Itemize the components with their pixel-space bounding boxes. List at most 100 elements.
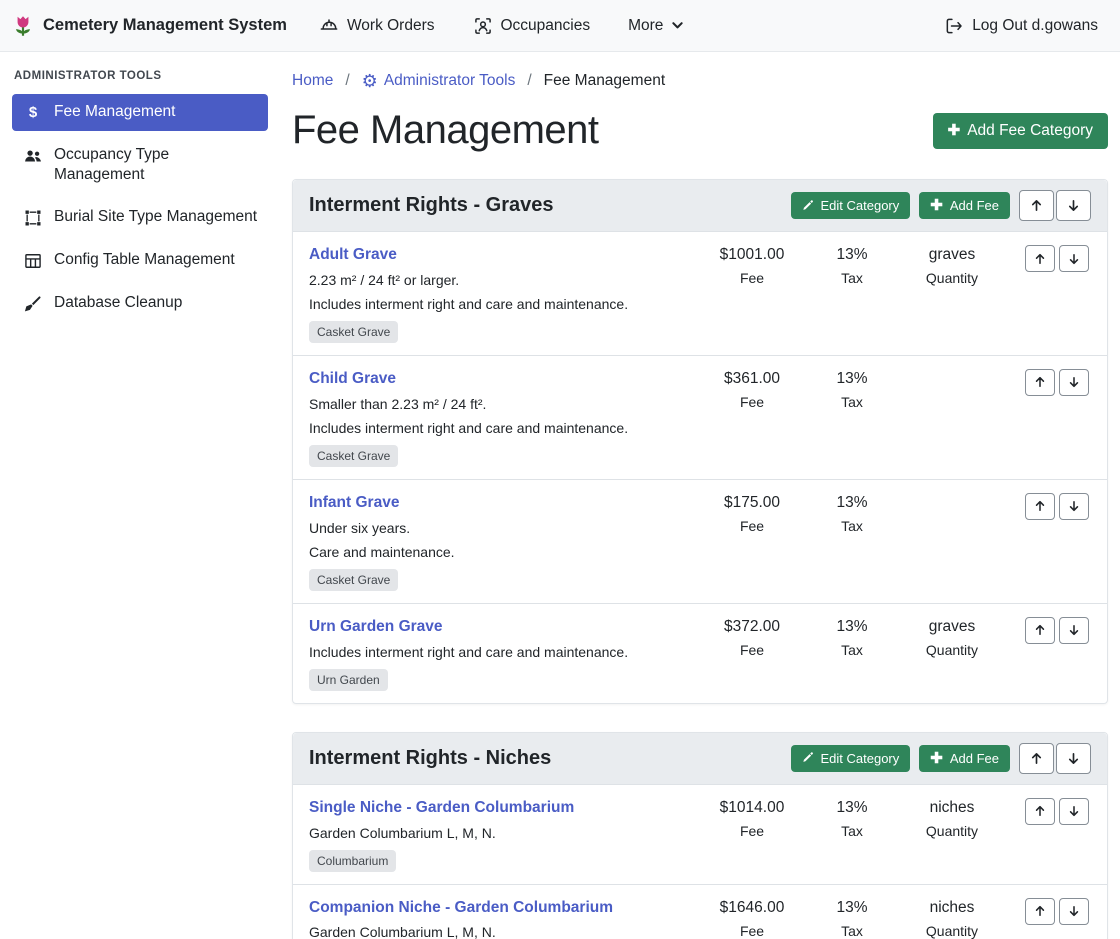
fee-type-badge: Casket Grave [309, 321, 398, 343]
tax-amount: 13% [807, 491, 897, 515]
sidebar-item-fee-management[interactable]: $ Fee Management [12, 94, 268, 131]
fee-amount: $1646.00 [697, 896, 807, 920]
fee-type-badge: Casket Grave [309, 445, 398, 467]
edit-category-label: Edit Category [821, 198, 900, 213]
tax-label: Tax [807, 639, 897, 661]
fee-column: $1001.00 Fee [697, 243, 807, 289]
sidebar-item-label: Burial Site Type Management [54, 207, 257, 227]
tax-column: 13% Tax [807, 796, 897, 842]
nav-work-orders-label: Work Orders [347, 17, 435, 35]
fee-name-link[interactable]: Child Grave [309, 367, 396, 392]
tax-amount: 13% [807, 896, 897, 920]
nav-more[interactable]: More [628, 17, 684, 35]
fee-name-link[interactable]: Infant Grave [309, 491, 399, 516]
sidebar-item-database-cleanup[interactable]: Database Cleanup [12, 285, 268, 322]
breadcrumb-separator: / [527, 72, 531, 90]
sidebar-item-label: Config Table Management [54, 250, 235, 270]
page-title: Fee Management [292, 108, 599, 153]
tax-column: 13% Tax [807, 491, 897, 537]
add-fee-label: Add Fee [950, 751, 999, 766]
quantity-column: graves Quantity [897, 243, 1007, 289]
app-viewport: Cemetery Management System Work Orders [0, 0, 1120, 939]
move-fee-down-button[interactable] [1059, 798, 1089, 825]
gear-icon: ⚙ [362, 72, 378, 90]
fee-type-badge: Casket Grave [309, 569, 398, 591]
fee-row-infant-grave: Infant Grave Under six years. Care and m… [293, 480, 1107, 604]
fee-amount: $1001.00 [697, 243, 807, 267]
tax-amount: 13% [807, 615, 897, 639]
category-header: Interment Rights - Niches Edit Category … [293, 733, 1107, 785]
primary-nav: Work Orders Occupancies More [319, 16, 685, 36]
main-content: Home / ⚙ Administrator Tools / Fee Manag… [280, 52, 1120, 939]
fee-row-urn-garden-grave: Urn Garden Grave Includes interment righ… [293, 604, 1107, 703]
tax-column: 13% Tax [807, 367, 897, 413]
sidebar-item-label: Fee Management [54, 102, 176, 122]
fee-description: Includes interment right and care and ma… [309, 416, 697, 440]
move-category-up-button[interactable] [1019, 743, 1054, 774]
move-fee-up-button[interactable] [1025, 898, 1055, 925]
move-category-down-button[interactable] [1056, 743, 1091, 774]
move-fee-up-button[interactable] [1025, 798, 1055, 825]
fee-name-link[interactable]: Urn Garden Grave [309, 615, 443, 640]
admin-sidebar: ADMINISTRATOR TOOLS $ Fee Management Occ… [0, 52, 280, 939]
category-title: Interment Rights - Niches [309, 747, 551, 770]
fee-category-card-graves: Interment Rights - Graves Edit Category … [292, 179, 1108, 704]
quantity-label: Quantity [897, 639, 1007, 661]
logout-label: Log Out d.gowans [972, 17, 1098, 35]
add-fee-button[interactable]: ✚ Add Fee [919, 192, 1010, 219]
move-fee-down-button[interactable] [1059, 369, 1089, 396]
pencil-icon [802, 200, 814, 212]
logout-button[interactable]: Log Out d.gowans [944, 16, 1098, 36]
move-category-down-button[interactable] [1056, 190, 1091, 221]
tax-label: Tax [807, 920, 897, 939]
sidebar-item-label: Database Cleanup [54, 293, 182, 313]
plus-icon: ✚ [930, 751, 943, 766]
person-scan-icon [473, 16, 493, 36]
edit-category-label: Edit Category [821, 751, 900, 766]
fee-label: Fee [697, 515, 807, 537]
sidebar-heading: ADMINISTRATOR TOOLS [12, 70, 268, 94]
move-fee-down-button[interactable] [1059, 617, 1089, 644]
breadcrumb-current: Fee Management [544, 72, 666, 90]
add-fee-category-button[interactable]: ✚ Add Fee Category [933, 113, 1108, 149]
fee-name-link[interactable]: Single Niche - Garden Columbarium [309, 796, 574, 821]
plus-icon: ✚ [948, 123, 961, 138]
nav-work-orders[interactable]: Work Orders [319, 16, 435, 36]
app-brand[interactable]: Cemetery Management System [10, 13, 287, 39]
move-fee-up-button[interactable] [1025, 245, 1055, 272]
edit-category-button[interactable]: Edit Category [791, 192, 911, 219]
breadcrumb-home-link[interactable]: Home [292, 72, 333, 90]
move-fee-up-button[interactable] [1025, 369, 1055, 396]
fee-name-link[interactable]: Companion Niche - Garden Columbarium [309, 896, 613, 921]
move-fee-up-button[interactable] [1025, 617, 1055, 644]
fee-label: Fee [697, 820, 807, 842]
fee-description: Care and maintenance. [309, 540, 697, 564]
dollar-icon: $ [22, 102, 44, 123]
tax-label: Tax [807, 820, 897, 842]
move-fee-down-button[interactable] [1059, 898, 1089, 925]
move-category-up-button[interactable] [1019, 190, 1054, 221]
fee-description: Includes interment right and care and ma… [309, 640, 697, 664]
fee-amount: $175.00 [697, 491, 807, 515]
fee-name-link[interactable]: Adult Grave [309, 243, 397, 268]
move-fee-down-button[interactable] [1059, 493, 1089, 520]
nav-occupancies[interactable]: Occupancies [473, 16, 591, 36]
tax-column: 13% Tax [807, 896, 897, 939]
quantity-label: Quantity [897, 267, 1007, 289]
move-fee-down-button[interactable] [1059, 245, 1089, 272]
nav-more-label: More [628, 17, 663, 35]
sidebar-item-occupancy-type-management[interactable]: Occupancy Type Management [12, 137, 268, 194]
sidebar-item-config-table-management[interactable]: Config Table Management [12, 242, 268, 279]
add-fee-category-label: Add Fee Category [967, 122, 1093, 140]
fee-row-single-niche: Single Niche - Garden Columbarium Garden… [293, 785, 1107, 885]
add-fee-button[interactable]: ✚ Add Fee [919, 745, 1010, 772]
tax-label: Tax [807, 391, 897, 413]
breadcrumb-admin-tools-link[interactable]: ⚙ Administrator Tools [362, 72, 516, 90]
edit-category-button[interactable]: Edit Category [791, 745, 911, 772]
sidebar-item-burial-site-type-management[interactable]: Burial Site Type Management [12, 199, 268, 236]
category-title: Interment Rights - Graves [309, 194, 554, 217]
fee-amount: $372.00 [697, 615, 807, 639]
quantity-column: niches Quantity [897, 796, 1007, 842]
chevron-down-icon [671, 19, 684, 32]
move-fee-up-button[interactable] [1025, 493, 1055, 520]
